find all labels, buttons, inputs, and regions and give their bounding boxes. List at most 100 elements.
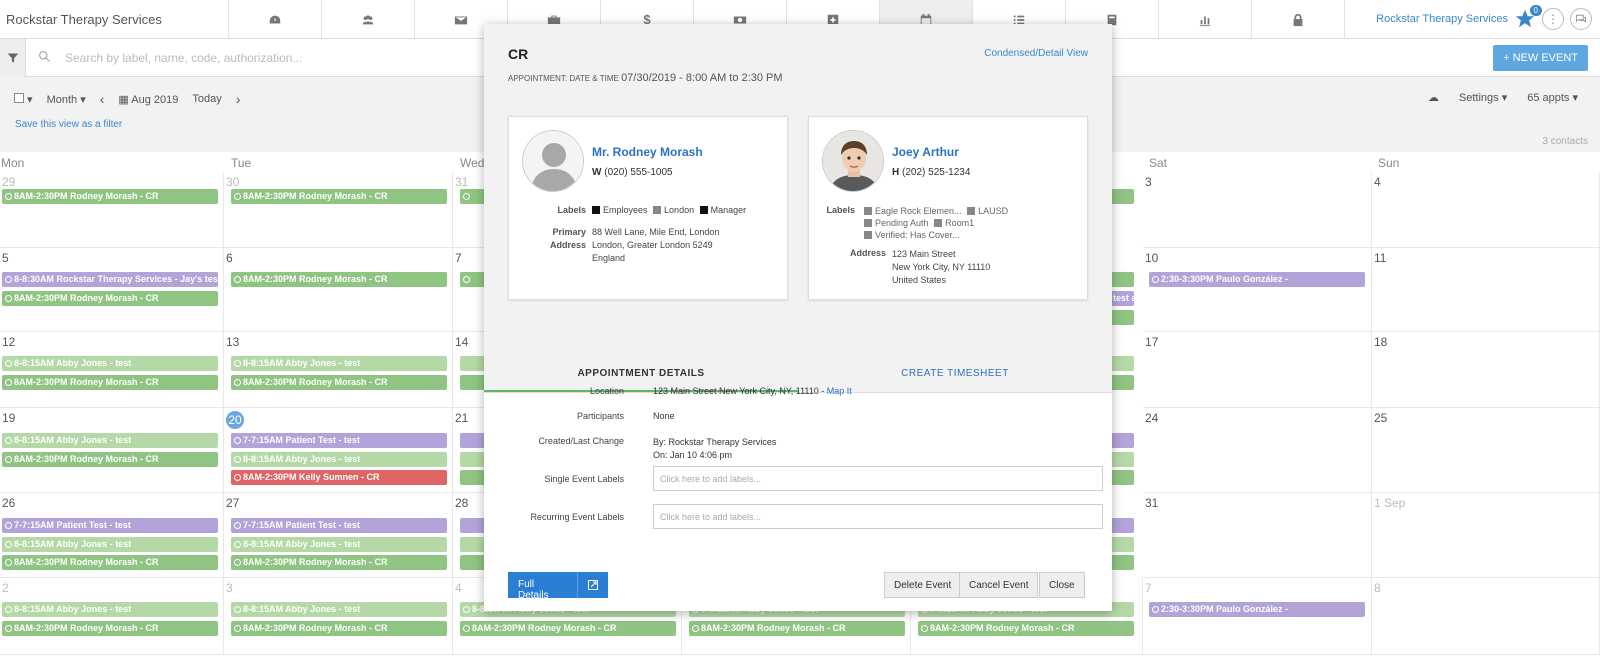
reports-icon[interactable] — [1159, 0, 1252, 39]
prev-month-icon[interactable]: ‹ — [100, 91, 105, 107]
calendar-event[interactable]: 8-8:15AM Abby Jones - test — [231, 602, 447, 617]
calendar-event[interactable] — [1110, 189, 1134, 204]
day-cell[interactable]: 8 — [1372, 578, 1600, 655]
view-selector[interactable]: Month ▾ — [47, 93, 86, 106]
calendar-event[interactable]: 8AM-2:30PM Rodney Morash - CR — [231, 621, 447, 636]
calendar-event[interactable]: 8-8:15AM Abby Jones - test — [2, 537, 218, 552]
account-name[interactable]: Rockstar Therapy Services — [1376, 13, 1508, 25]
calendar-event[interactable] — [1110, 555, 1134, 570]
calendar-event[interactable]: 2:30-3:30PM Paulo González - — [1149, 272, 1365, 287]
calendar-event[interactable]: 7-7:15AM Patient Test - test — [2, 518, 218, 533]
date-picker[interactable]: ▦ Aug 2019 — [118, 93, 178, 106]
day-cell[interactable]: 6 — [224, 248, 453, 332]
day-cell[interactable]: 29 — [0, 172, 224, 248]
calendar-event[interactable] — [1110, 310, 1134, 325]
day-cell[interactable]: 30 — [224, 172, 453, 248]
calendar-event[interactable]: 8-8:30AM Rockstar Therapy Services - Jay… — [2, 272, 218, 287]
calendar-event[interactable]: 8AM-2:30PM Rodney Morash - CR — [2, 291, 218, 306]
calendar-event[interactable]: 8AM-2:30PM Rodney Morash - CR — [231, 189, 447, 204]
more-options-icon[interactable]: ⋮ — [1542, 8, 1564, 30]
calendar-event[interactable] — [1110, 433, 1134, 448]
clients-icon[interactable] — [322, 0, 415, 39]
recurring-labels-row: Recurring Event Labels Click here to add… — [484, 504, 1112, 538]
calendar-event[interactable]: 8AM-2:30PM Rodney Morash - CR — [2, 621, 218, 636]
calendar-event[interactable]: 7-7:15AM Patient Test - test — [231, 433, 447, 448]
full-details-button[interactable]: Full Details — [508, 572, 608, 601]
day-cell[interactable]: 3 — [1143, 172, 1372, 248]
day-cell[interactable]: 5 — [0, 248, 224, 332]
open-external-icon[interactable] — [576, 572, 608, 598]
single-labels-row: Single Event Labels Click here to add la… — [484, 466, 1112, 500]
calendar-event[interactable]: 8AM-2:30PM Rodney Morash - CR — [231, 555, 447, 570]
calendar-event[interactable]: 8AM-2:30PM Rodney Morash - CR — [2, 452, 218, 467]
calendar-event[interactable] — [1110, 470, 1134, 485]
calendar-event[interactable]: 8AM-2:30PM Rodney Morash - CR — [689, 621, 905, 636]
day-cell[interactable]: 4 — [1372, 172, 1600, 248]
label-tag: Verified: Has Cover... — [875, 230, 960, 240]
calendar-event[interactable] — [1110, 452, 1134, 467]
calendar-event[interactable]: test a — [1110, 291, 1134, 306]
day-cell[interactable]: 11 — [1372, 248, 1600, 332]
contact-name-link[interactable]: Mr. Rodney Morash — [592, 145, 703, 159]
calendar-event[interactable]: 8-8:15AM Abby Jones - test — [2, 602, 218, 617]
calendar-event[interactable]: 8AM-2:30PM Rodney Morash - CR — [460, 621, 676, 636]
select-all-checkbox[interactable]: ▾ — [14, 92, 33, 106]
calendar-event[interactable] — [1110, 272, 1134, 287]
next-month-icon[interactable]: › — [236, 91, 241, 107]
search-input[interactable]: Search by label, name, code, authorizati… — [65, 51, 302, 65]
day-cell[interactable]: 17 — [1143, 332, 1372, 408]
label-tag: Eagle Rock Elemen... — [875, 206, 962, 216]
today-button[interactable]: Today — [192, 93, 221, 105]
calendar-event[interactable] — [1110, 375, 1134, 390]
calendar-event[interactable]: 8AM-2:30PM Kelly Sumnen - CR — [231, 470, 447, 485]
calendar-event[interactable] — [1110, 537, 1134, 552]
day-cell[interactable]: 25 — [1372, 408, 1600, 493]
notification-badge: 0 — [1529, 5, 1542, 16]
day-cell[interactable]: 31 — [1143, 493, 1372, 578]
calendar-event[interactable]: 8-8:15AM Abby Jones - test — [231, 452, 447, 467]
filter-icon[interactable] — [0, 38, 26, 77]
calendar-event[interactable]: 2:30-3:30PM Paulo González - — [1149, 602, 1365, 617]
calendar-event[interactable]: 8AM-2:30PM Rodney Morash - CR — [2, 189, 218, 204]
favorites-star-icon[interactable]: 0 — [1514, 5, 1542, 30]
single-event-labels-input[interactable]: Click here to add labels... — [653, 466, 1103, 491]
label-tag: Room1 — [945, 218, 975, 228]
save-filter-link[interactable]: Save this view as a filter — [15, 119, 122, 130]
calendar-event[interactable]: 8AM-2:30PM Rodney Morash - CR — [231, 375, 447, 390]
search-icon — [38, 50, 51, 66]
calendar-event[interactable] — [1110, 518, 1134, 533]
calendar-event[interactable]: 8-8:15AM Abby Jones - test — [231, 356, 447, 371]
recurring-event-labels-input[interactable]: Click here to add labels... — [653, 504, 1103, 529]
settings-dropdown[interactable]: Settings ▾ — [1459, 91, 1507, 104]
view-toggle-link[interactable]: Condensed/Detail View — [984, 48, 1088, 59]
new-event-button[interactable]: + NEW EVENT — [1493, 45, 1588, 71]
calendar-event[interactable]: 8AM-2:30PM Rodney Morash - CR — [918, 621, 1134, 636]
calendar-event[interactable]: 8AM-2:30PM Rodney Morash - CR — [2, 375, 218, 390]
day-cell[interactable]: 24 — [1143, 408, 1372, 493]
close-button[interactable]: Close — [1039, 572, 1085, 598]
contact-card: Joey Arthur H (202) 525-1234 Labels Eagl… — [808, 116, 1088, 300]
calendar-event[interactable]: 8-8:15AM Abby Jones - test — [231, 537, 447, 552]
lock-icon[interactable] — [1252, 0, 1345, 39]
avatar — [522, 130, 584, 192]
calendar-event[interactable]: 7-7:15AM Patient Test - test — [231, 518, 447, 533]
day-cell[interactable]: 18 — [1372, 332, 1600, 408]
chat-icon[interactable] — [1570, 8, 1592, 30]
app-title[interactable]: Rockstar Therapy Services — [0, 0, 229, 38]
calendar-event[interactable] — [1110, 356, 1134, 371]
day-cell[interactable]: 10 — [1143, 248, 1372, 332]
map-it-link[interactable]: Map It — [827, 386, 852, 396]
contact-name-link[interactable]: Joey Arthur — [892, 145, 959, 159]
dashboard-icon[interactable] — [229, 0, 322, 39]
day-cell[interactable]: 19 — [0, 408, 224, 493]
calendar-event[interactable]: 8-8:15AM Abby Jones - test — [2, 356, 218, 371]
appts-dropdown[interactable]: 65 appts ▾ — [1527, 91, 1578, 104]
cancel-event-button[interactable]: Cancel Event — [959, 572, 1039, 598]
appointment-modal: CR Condensed/Detail View APPOINTMENT: DA… — [484, 24, 1112, 611]
cloud-icon[interactable]: ☁ — [1428, 91, 1439, 104]
calendar-event[interactable]: 8AM-2:30PM Rodney Morash - CR — [2, 555, 218, 570]
delete-event-button[interactable]: Delete Event — [884, 572, 962, 598]
day-cell[interactable]: 1 Sep — [1372, 493, 1600, 578]
calendar-event[interactable]: 8AM-2:30PM Rodney Morash - CR — [231, 272, 447, 287]
calendar-event[interactable]: 8-8:15AM Abby Jones - test — [2, 433, 218, 448]
